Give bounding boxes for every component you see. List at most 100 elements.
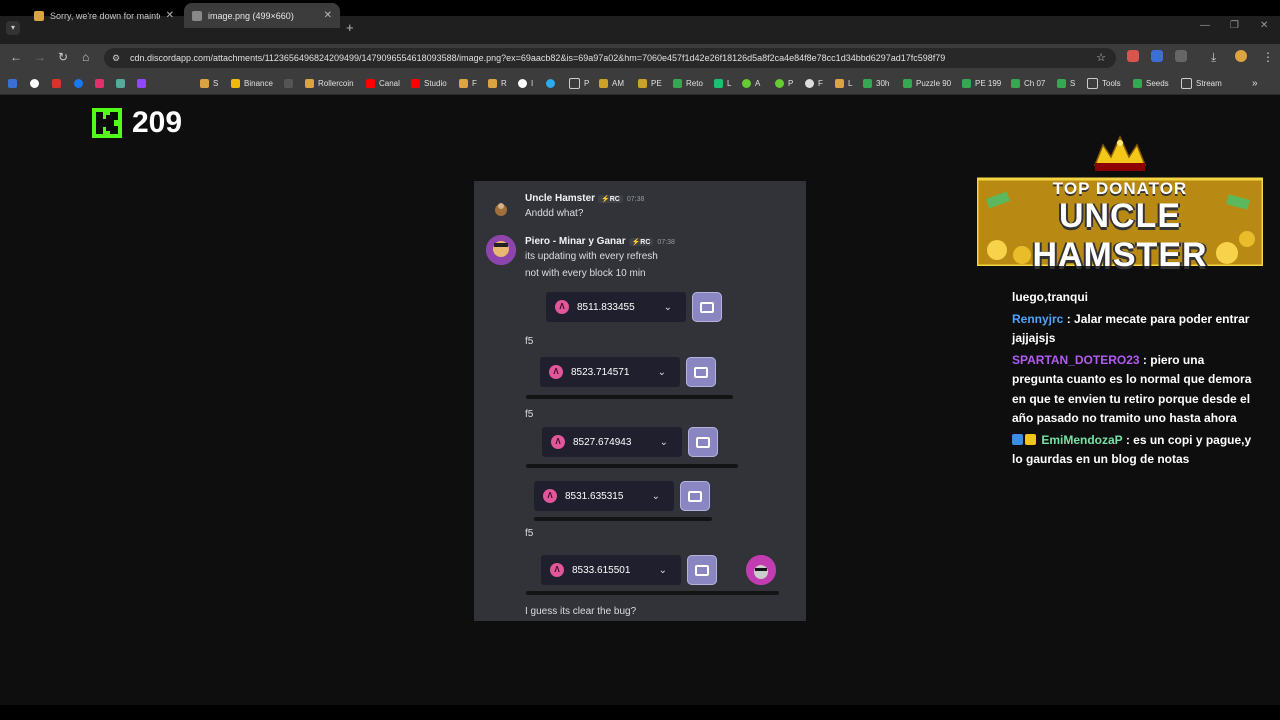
message-text: f5 (525, 528, 534, 539)
viewer-count: 209 (132, 106, 183, 139)
screenshot-edge (526, 395, 733, 399)
bookmark-item[interactable]: I (518, 76, 533, 90)
window-close-icon[interactable]: ✕ (1260, 20, 1268, 31)
bookmark-folder[interactable]: Stream (1181, 76, 1222, 90)
maximize-icon[interactable]: ❐ (1230, 20, 1239, 31)
close-icon[interactable]: ✕ (166, 10, 174, 21)
chat-username: EmiMendozaP (1041, 432, 1123, 447)
image-favicon-icon (192, 10, 202, 21)
reload-icon[interactable]: ↻ (58, 50, 68, 64)
bookmark-item[interactable]: L (714, 76, 731, 90)
forward-icon[interactable]: → (34, 50, 46, 64)
bookmark-item[interactable] (74, 76, 87, 90)
chevron-down-icon: ⌄ (651, 490, 660, 502)
screenshot-edge (534, 517, 712, 521)
subscriber-badge-icon (1025, 433, 1036, 445)
wallet-icon (687, 555, 717, 585)
chevron-down-icon: ⌄ (663, 301, 672, 313)
address-bar[interactable]: ⚙ cdn.discordapp.com/attachments/1123656… (104, 48, 1116, 68)
bookmark-item[interactable]: PE 199 (962, 76, 1001, 90)
verified-badge-icon (1012, 433, 1023, 445)
bookmark-item[interactable]: Ch 07 (1011, 76, 1045, 90)
donator-name: UNCLE HAMSTER (1032, 197, 1208, 274)
balance-value: 8533.615501 (572, 564, 631, 576)
minimize-icon[interactable]: — (1200, 20, 1210, 31)
bookmark-item[interactable] (30, 76, 43, 90)
bookmark-item[interactable]: Seeds (1133, 76, 1169, 90)
bookmark-item[interactable] (284, 76, 297, 90)
bookmark-item[interactable]: P (775, 76, 793, 90)
back-icon[interactable]: ← (10, 50, 22, 64)
extensions-puzzle-icon[interactable] (1175, 50, 1187, 62)
donator-title: TOP DONATOR (1052, 179, 1188, 198)
bookmarks-overflow-icon[interactable]: » (1252, 76, 1258, 90)
chat-text: luego,tranqui (1012, 290, 1088, 304)
bookmark-item[interactable]: Studio (411, 76, 447, 90)
bookmark-item[interactable]: Binance (231, 76, 273, 90)
extension-icon[interactable] (1151, 50, 1163, 62)
bookmark-item[interactable]: Reto (673, 76, 703, 90)
chevron-down-icon: ⌄ (658, 564, 667, 576)
chevron-down-icon: ⌄ (657, 366, 666, 378)
balance-value: 8527.674943 (573, 436, 632, 448)
home-icon[interactable]: ⌂ (82, 50, 89, 64)
bookmark-item[interactable] (137, 76, 150, 90)
coin-icon: Λ (549, 365, 563, 379)
balance-dropdown: Λ 8531.635315 ⌄ (534, 481, 674, 511)
hamster-favicon-icon (34, 10, 44, 21)
bookmark-item[interactable]: Puzzle 90 (903, 76, 951, 90)
bookmark-item[interactable] (95, 76, 108, 90)
bookmark-item[interactable]: AM (599, 76, 624, 90)
close-icon[interactable]: ✕ (324, 10, 332, 21)
chat-username: Rennyjrc (1012, 311, 1064, 326)
extension-icon[interactable] (1127, 50, 1139, 62)
bookmark-item[interactable]: R (488, 76, 507, 90)
wallet-icon (680, 481, 710, 511)
new-tab-icon[interactable]: + (346, 20, 354, 35)
bookmark-item[interactable]: PE (638, 76, 662, 90)
timestamp: 07:38 (626, 196, 645, 203)
bookmark-item[interactable] (8, 76, 21, 90)
chevron-down-icon: ⌄ (659, 436, 668, 448)
top-donator-banner: TOP DONATOR UNCLE HAMSTER (975, 135, 1265, 274)
menu-icon[interactable]: ⋮ (1262, 50, 1274, 64)
bookmark-item[interactable]: A (742, 76, 760, 90)
bookmark-item[interactable] (116, 76, 129, 90)
screenshot-edge (526, 464, 738, 468)
bookmark-folder[interactable]: P (569, 76, 589, 90)
server-tag-badge: ⚡RC (598, 195, 623, 203)
download-icon[interactable]: ⤓ (1211, 50, 1216, 65)
bookmark-item[interactable]: S (1057, 76, 1075, 90)
message-text: its updating with every refresh (525, 251, 658, 262)
bookmark-item[interactable] (546, 76, 559, 90)
message-author: Piero - Minar y Ganar ⚡RC 07:38 (525, 236, 675, 247)
balance-value: 8511.833455 (577, 301, 635, 313)
bookmark-item[interactable]: F (805, 76, 823, 90)
server-tag-badge: ⚡RC (628, 238, 654, 246)
message-text: Anddd what? (525, 208, 584, 219)
wallet-icon (688, 427, 718, 457)
bookmark-item[interactable]: 30h (863, 76, 889, 90)
tab-image[interactable]: image.png (499×660) ✕ (184, 3, 340, 28)
message-text: f5 (525, 409, 534, 420)
tab-title: Sorry, we're down for maintenan (50, 10, 160, 21)
author-name: Uncle Hamster (525, 193, 596, 204)
stream-chat: luego,tranqui Rennyjrc : Jalar mecate pa… (1012, 288, 1252, 472)
tab-search-button[interactable]: ▾ (6, 21, 20, 35)
bookmark-folder[interactable]: Tools (1087, 76, 1121, 90)
chat-message: luego,tranqui (1012, 288, 1252, 308)
coin-icon: Λ (555, 300, 569, 314)
bookmark-item[interactable]: Rollercoin (305, 76, 354, 90)
bookmark-item[interactable]: L (835, 76, 852, 90)
bookmark-item[interactable]: F (459, 76, 477, 90)
profile-avatar[interactable] (1235, 50, 1247, 62)
bookmark-star-icon[interactable]: ☆ (1096, 51, 1106, 64)
chat-message: SPARTAN_DOTERO23 : piero una pregunta cu… (1012, 351, 1252, 429)
bookmark-item[interactable] (52, 76, 65, 90)
site-info-icon[interactable]: ⚙ (112, 53, 122, 63)
tab-maintenance[interactable]: Sorry, we're down for maintenan ✕ (26, 3, 182, 28)
bookmark-item[interactable]: Canal (366, 76, 400, 90)
bookmark-item[interactable]: S (200, 76, 218, 90)
balance-dropdown: Λ 8523.714571 ⌄ (540, 357, 680, 387)
avatar (486, 195, 516, 225)
